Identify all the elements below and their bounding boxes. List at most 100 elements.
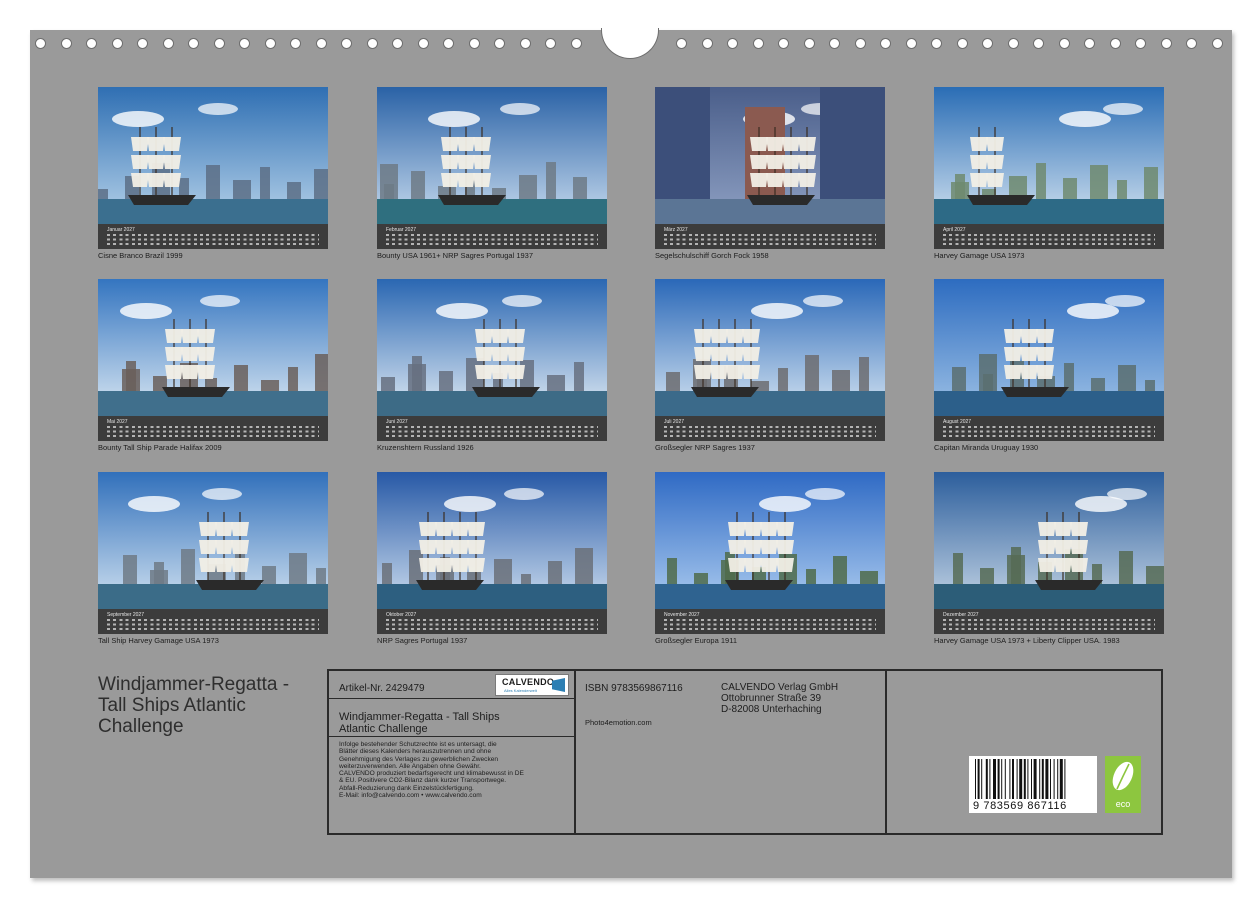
eco-badge: eco (1105, 756, 1141, 813)
day-grid (386, 426, 598, 437)
product-title-line: Challenge (98, 716, 184, 737)
product-title-line: Windjammer-Regatta - (98, 674, 290, 695)
binding-hole (1186, 38, 1197, 49)
ship-photo (98, 472, 328, 609)
binding-hole (982, 38, 993, 49)
publisher-line: CALVENDO Verlag GmbH (721, 682, 839, 693)
product-info-box: Artikel-Nr. 2429479 CALVENDO Alles Kalen… (327, 669, 1163, 835)
photo-caption: Bounty USA 1961+ NRP Sagres Portugal 193… (377, 251, 534, 260)
month-thumbnail: Dezember 2027 Harvey Gamage USA 1973 + Li… (934, 472, 1164, 645)
binding-hole (443, 38, 454, 49)
day-grid (943, 426, 1155, 437)
binding-hole (1135, 38, 1146, 49)
binding-hole (35, 38, 46, 49)
binding-hole (111, 38, 123, 49)
binding-hole (264, 38, 276, 49)
ship-photo (934, 279, 1164, 416)
day-grid (943, 234, 1155, 245)
day-grid (386, 234, 598, 245)
binding-hole (778, 38, 789, 49)
month-name: Juli 2027 (664, 419, 685, 425)
isbn: ISBN 9783569867116 (585, 683, 683, 694)
eco-label: eco (1115, 799, 1131, 809)
binding-hole (188, 38, 199, 49)
photo-caption: Tall Ship Harvey Gamage USA 1973 (98, 636, 219, 645)
binding-hole (701, 38, 713, 49)
ship-photo (934, 87, 1164, 224)
ship-photo (934, 472, 1164, 609)
photo-caption: Segelschulschiff Gorch Fock 1958 (655, 251, 769, 260)
logo-tagline: Alles Kalenderwelt (504, 688, 537, 693)
day-grid (107, 619, 319, 630)
binding-hole (1033, 38, 1044, 49)
publisher-line: D-82008 Unterhaching (721, 704, 822, 715)
binding-hole (1211, 38, 1223, 49)
binding-hole (1084, 38, 1095, 49)
logo-text: CALVENDO (502, 677, 555, 687)
barcode-bars (975, 759, 1066, 799)
month-name: September 2027 (107, 612, 144, 618)
binding-hole (86, 38, 97, 49)
divider (329, 698, 574, 699)
binding-hole (803, 38, 815, 49)
barcode-number: 9 783569 867116 (973, 800, 1067, 812)
calendar-strip: Mai 2027 (98, 416, 328, 441)
photo-caption: Großsegler NRP Sagres 1937 (655, 443, 755, 452)
ship-photo (377, 472, 607, 609)
binding-hole (366, 38, 378, 49)
product-title-small: Windjammer-Regatta - Tall Ships (339, 711, 500, 723)
month-name: Dezember 2027 (943, 612, 979, 618)
month-thumbnail: August 2027 Capitan Miranda Uruguay 1930 (934, 279, 1164, 452)
photo-caption: Capitan Miranda Uruguay 1930 (934, 443, 1039, 452)
month-thumbnail: November 2027 Großsegler Europa 1911 (655, 472, 885, 645)
binding-hole (1160, 38, 1172, 49)
divider (885, 671, 887, 833)
spiral-binding (30, 28, 1232, 59)
photo-caption: Harvey Gamage USA 1973 (934, 251, 1025, 260)
day-grid (386, 619, 598, 630)
calendar-strip: November 2027 (655, 609, 885, 634)
calendar-strip: September 2027 (98, 609, 328, 634)
binding-hole (290, 38, 301, 49)
binding-hole (137, 38, 148, 49)
binding-hole (1058, 38, 1070, 49)
ship-photo (377, 279, 607, 416)
month-name: März 2027 (664, 227, 688, 233)
divider (574, 671, 576, 833)
binding-hole (494, 38, 505, 49)
binding-hole (239, 38, 250, 49)
day-grid (664, 619, 876, 630)
month-name: Juni 2027 (386, 419, 408, 425)
divider (329, 736, 574, 737)
day-grid (664, 234, 876, 245)
binding-hole (905, 38, 917, 49)
photo-caption: Harvey Gamage USA 1973 + Liberty Clipper… (934, 636, 1120, 645)
ship-photo (655, 87, 885, 224)
product-title-small: Atlantic Challenge (339, 723, 428, 735)
month-thumbnail: April 2027 Harvey Gamage USA 1973 (934, 87, 1164, 260)
hanger-cutout (601, 28, 659, 59)
binding-hole (880, 38, 891, 49)
binding-hole (727, 38, 738, 49)
month-name: Mai 2027 (107, 419, 128, 425)
binding-hole (315, 38, 327, 49)
binding-hole (417, 38, 429, 49)
binding-hole (752, 38, 764, 49)
binding-hole (854, 38, 866, 49)
ship-photo (98, 87, 328, 224)
calendar-strip: April 2027 (934, 224, 1164, 249)
legal-notice: Infolge bestehender Schutzrechte ist es … (339, 741, 524, 800)
binding-hole (956, 38, 968, 49)
month-name: Februar 2027 (386, 227, 417, 233)
month-thumbnail: Februar 2027 Bounty USA 1961+ NRP Sagres … (377, 87, 607, 260)
month-thumbnail: März 2027 Segelschulschiff Gorch Fock 195… (655, 87, 885, 260)
binding-hole (829, 38, 840, 49)
calendar-strip: August 2027 (934, 416, 1164, 441)
product-title: Windjammer-Regatta - Tall Ships Atlantic… (98, 674, 323, 737)
binding-hole (1109, 38, 1121, 49)
binding-hole (213, 38, 225, 49)
binding-hole (519, 38, 531, 49)
barcode: 9 783569 867116 (969, 756, 1097, 813)
ship-photo (655, 279, 885, 416)
month-thumbnail: Juni 2027 Kruzenshtern Russland 1926 (377, 279, 607, 452)
